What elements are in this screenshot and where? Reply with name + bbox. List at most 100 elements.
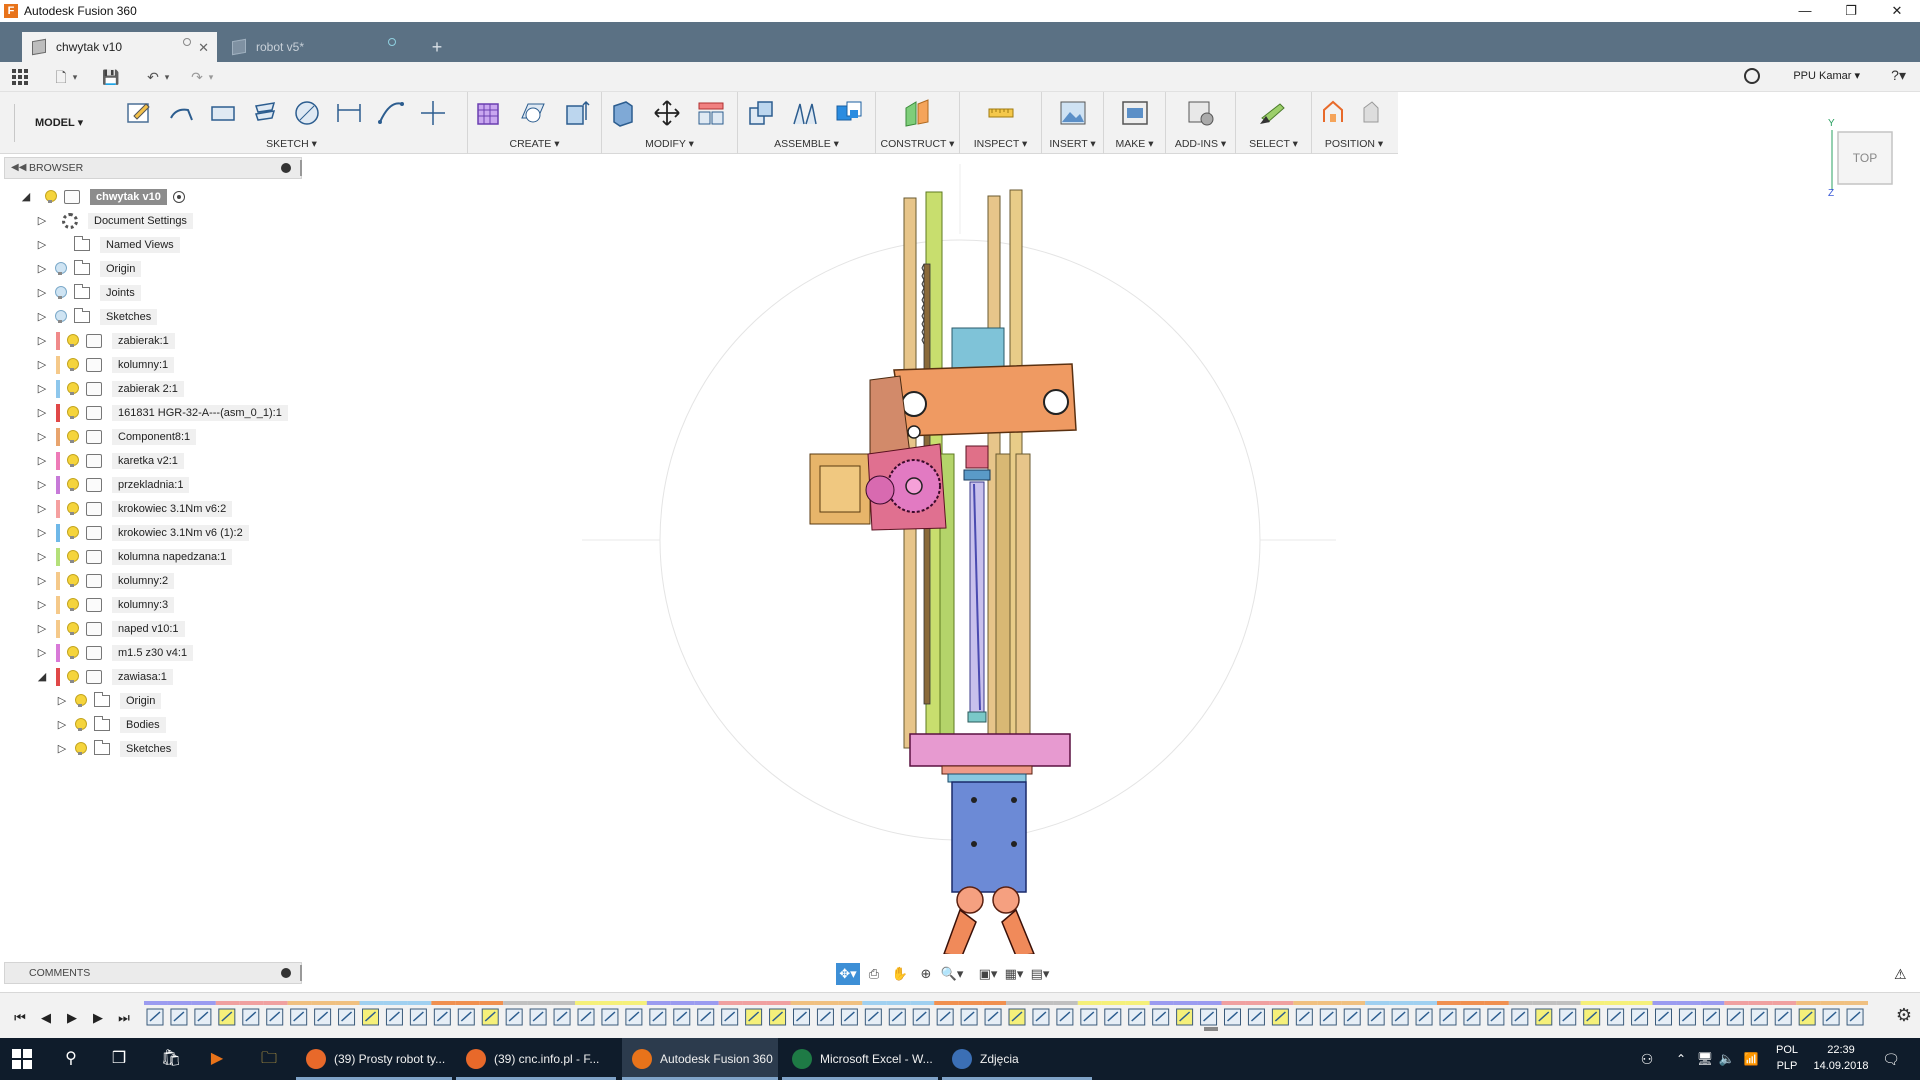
expand-triangle-icon[interactable]: ▷	[36, 239, 48, 251]
timeline-feature-icon[interactable]	[1460, 1001, 1485, 1026]
timeline-feature-icon[interactable]	[527, 1001, 552, 1026]
revolve-icon[interactable]	[518, 98, 548, 128]
tree-item-label[interactable]: kolumny:1	[112, 357, 175, 373]
tree-item-label[interactable]: krokowiec 3.1Nm v6 (1):2	[112, 525, 249, 541]
timeline-feature-icon[interactable]	[287, 1001, 312, 1026]
close-window-button[interactable]: ✕	[1874, 0, 1920, 22]
new-tab-button[interactable]: +	[424, 34, 450, 60]
tree-item-label[interactable]: karetka v2:1	[112, 453, 184, 469]
undo-icon[interactable]: ↶	[144, 68, 162, 86]
redo-icon[interactable]: ↷	[188, 68, 206, 86]
timeline-feature-icon[interactable]	[1580, 1001, 1605, 1026]
expand-triangle-icon[interactable]: ▷	[36, 551, 48, 563]
timeline-feature-icon[interactable]	[718, 1001, 743, 1026]
expand-triangle-icon[interactable]: ▷	[56, 743, 68, 755]
tree-item-label[interactable]: zawiasa:1	[112, 669, 173, 685]
timeline-feature-icon[interactable]	[958, 1001, 983, 1026]
tree-item[interactable]: ▷ karetka v2:1	[36, 450, 184, 472]
polygon-tool-icon[interactable]	[250, 98, 280, 128]
collapse-triangle-icon[interactable]: ◢	[36, 671, 48, 683]
expand-triangle-icon[interactable]: ▷	[36, 383, 48, 395]
timeline-feature-icon[interactable]	[335, 1001, 360, 1026]
clock-date[interactable]: 14.09.2018	[1806, 1060, 1876, 1072]
tree-item[interactable]: ▷ kolumny:3	[36, 594, 175, 616]
visibility-bulb-icon[interactable]	[74, 718, 87, 732]
visibility-bulb-icon[interactable]	[74, 694, 87, 708]
create-sketch-icon[interactable]	[124, 98, 154, 128]
network-icon[interactable]: 🖥	[1694, 1048, 1716, 1070]
expand-triangle-icon[interactable]: ▷	[36, 311, 48, 323]
start-button-windows-icon[interactable]	[12, 1049, 32, 1069]
timeline-feature-icon[interactable]	[1724, 1001, 1749, 1026]
sketch-group[interactable]: SKETCH ▾	[116, 92, 468, 154]
look-at-icon[interactable]: ⎙	[862, 963, 886, 985]
timeline-feature-icon[interactable]	[1173, 1001, 1198, 1026]
timeline-feature-icon[interactable]	[886, 1001, 911, 1026]
revert-position-icon[interactable]	[1356, 98, 1386, 128]
tree-item-label[interactable]: Component8:1	[112, 429, 197, 445]
timeline-marker-handle[interactable]	[1204, 1027, 1218, 1031]
tree-item-label[interactable]: kolumny:3	[112, 597, 175, 613]
visibility-bulb-icon[interactable]	[66, 574, 79, 588]
zoom-window-icon[interactable]: 🔍▾	[940, 963, 964, 985]
timeline-feature-icon[interactable]	[1101, 1001, 1126, 1026]
timeline-feature-icon[interactable]	[359, 1001, 384, 1026]
media-player-icon[interactable]: ▶	[206, 1048, 228, 1070]
tree-item-label[interactable]: m1.5 z30 v4:1	[112, 645, 194, 661]
help-icon[interactable]: ?▾	[1891, 67, 1906, 84]
tree-item[interactable]: ▷ Named Views	[36, 234, 180, 256]
timeline-feature-icon[interactable]	[670, 1001, 695, 1026]
tree-item-label[interactable]: krokowiec 3.1Nm v6:2	[112, 501, 233, 517]
timeline-feature-icon[interactable]	[838, 1001, 863, 1026]
expand-triangle-icon[interactable]: ▷	[36, 287, 48, 299]
tree-item[interactable]: ▷ Sketches	[36, 306, 158, 328]
maximize-button[interactable]: ❐	[1828, 0, 1874, 22]
timeline-feature-icon[interactable]	[1053, 1001, 1078, 1026]
timeline-start-button[interactable]: ⏮	[8, 1007, 32, 1029]
timeline-feature-icon[interactable]	[1796, 1001, 1821, 1026]
tree-subitem[interactable]: ▷ Origin	[56, 690, 162, 712]
timeline-feature-icon[interactable]	[910, 1001, 935, 1026]
timeline-feature-icon[interactable]	[431, 1001, 456, 1026]
expand-triangle-icon[interactable]: ▷	[36, 263, 48, 275]
timeline-feature-icon[interactable]	[1508, 1001, 1533, 1026]
store-icon[interactable]: 🛍	[160, 1048, 182, 1070]
visibility-bulb-icon[interactable]	[54, 286, 67, 300]
timeline-feature-icon[interactable]	[575, 1001, 599, 1026]
timeline-feature-icon[interactable]	[167, 1001, 192, 1026]
tree-subitem[interactable]: ▷ Sketches	[56, 738, 178, 760]
create-form-icon[interactable]	[474, 98, 504, 128]
zoom-icon[interactable]: ⊕	[914, 963, 938, 985]
minimize-button[interactable]: —	[1782, 0, 1828, 22]
timeline-feature-icon[interactable]	[646, 1001, 671, 1026]
expand-triangle-icon[interactable]: ▷	[56, 719, 68, 731]
taskbar-app-button[interactable]: (39) Prosty robot ty...	[296, 1038, 452, 1080]
tree-item[interactable]: ▷ Document Settings	[36, 210, 193, 232]
timeline-feature-icon[interactable]	[1029, 1001, 1054, 1026]
viewcube[interactable]: Y Z TOP	[1822, 118, 1902, 198]
expand-triangle-icon[interactable]: ▷	[36, 215, 48, 227]
split-body-icon[interactable]	[696, 98, 726, 128]
expand-triangle-icon[interactable]: ▷	[36, 335, 48, 347]
capture-position-icon[interactable]	[1318, 98, 1348, 128]
timeline-feature-icon[interactable]	[551, 1001, 575, 1026]
tree-item-label[interactable]: Sketches	[120, 741, 178, 757]
undo-dropdown-icon[interactable]: ▾	[162, 68, 172, 86]
tree-subitem[interactable]: ▷ Bodies	[56, 714, 166, 736]
timeline-feature-icon[interactable]	[790, 1001, 815, 1026]
tree-root-row[interactable]: ◢ chwytak v10	[20, 186, 185, 208]
visibility-bulb-icon[interactable]	[54, 262, 67, 276]
tree-item-label[interactable]: zabierak:1	[112, 333, 175, 349]
insert-group[interactable]: INSERT ▾	[1042, 92, 1104, 154]
expand-triangle-icon[interactable]: ▷	[36, 431, 48, 443]
tree-item[interactable]: ▷ naped v10:1	[36, 618, 185, 640]
taskbar-app-button[interactable]: (39) cnc.info.pl - F...	[456, 1038, 616, 1080]
visibility-bulb-icon[interactable]	[66, 646, 79, 660]
job-status-clock-icon[interactable]	[1744, 68, 1760, 84]
expand-triangle-icon[interactable]: ◢	[20, 191, 32, 203]
tree-item[interactable]: ▷ krokowiec 3.1Nm v6:2	[36, 498, 233, 520]
timeline-feature-icon[interactable]	[1317, 1001, 1342, 1026]
tree-item[interactable]: ▷ kolumna napedzana:1	[36, 546, 233, 568]
visibility-bulb-icon[interactable]	[74, 742, 87, 756]
expand-triangle-icon[interactable]: ▷	[36, 647, 48, 659]
